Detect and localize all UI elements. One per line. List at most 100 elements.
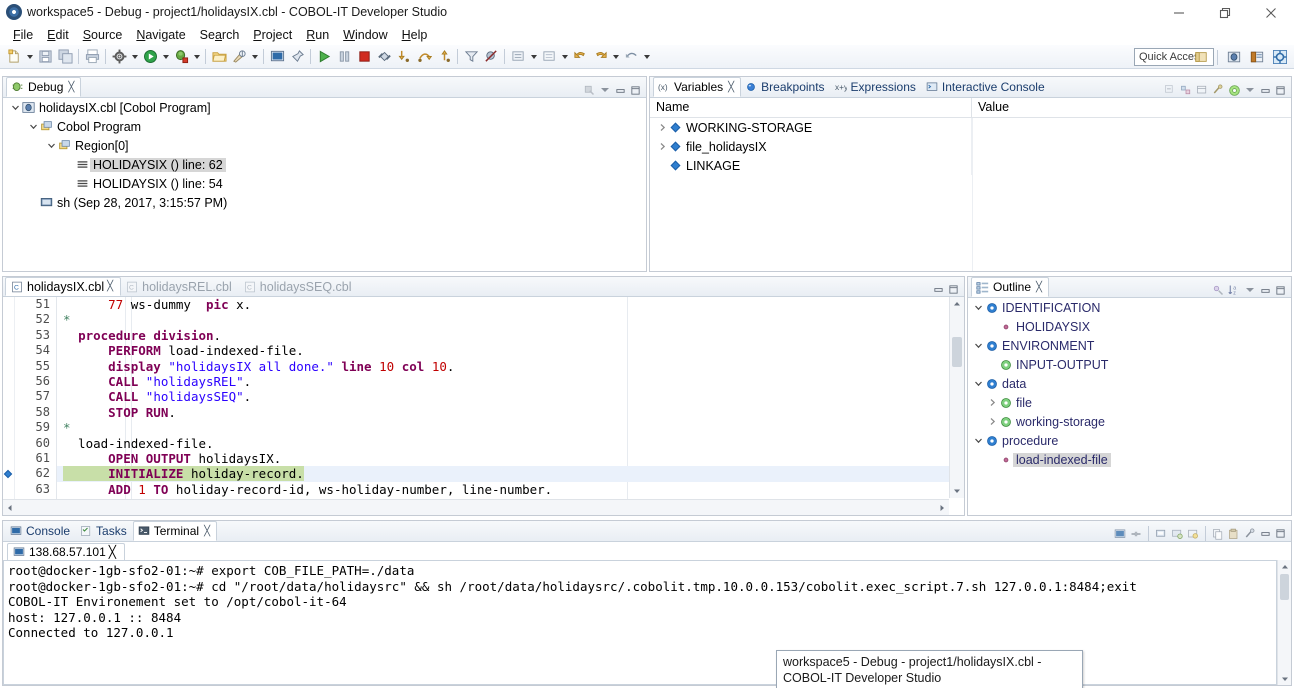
scroll-down-icon[interactable]	[950, 484, 964, 498]
variables-rows[interactable]: WORKING-STORAGEfile_holidaysIXLINKAGE	[650, 118, 1291, 251]
code-line[interactable]: CALL "holidaysSEQ".	[57, 389, 964, 404]
scroll-up-icon[interactable]	[1278, 560, 1291, 573]
next-annotation-dropdown-icon[interactable]	[528, 47, 539, 67]
scroll-left-icon[interactable]	[3, 500, 17, 515]
variable-name-cell[interactable]: WORKING-STORAGE	[650, 118, 972, 137]
console-icon[interactable]	[267, 47, 287, 67]
scroll-right-icon[interactable]	[935, 500, 949, 515]
chevron-down-icon[interactable]	[972, 298, 984, 317]
variable-value-cell[interactable]	[972, 156, 1291, 175]
chevron-down-icon[interactable]	[972, 374, 984, 393]
disconnect-icon[interactable]	[374, 47, 394, 67]
remove-all-terminated-icon[interactable]	[582, 83, 596, 97]
gutter-line[interactable]	[3, 359, 14, 374]
gutter-line[interactable]	[3, 405, 14, 420]
save-icon[interactable]	[35, 47, 55, 67]
undo-dropdown-icon[interactable]	[641, 47, 652, 67]
new-terminal-icon[interactable]	[1113, 527, 1127, 541]
tab-outline[interactable]: Outline ╳	[971, 277, 1049, 297]
column-header-name[interactable]: Name	[650, 98, 972, 117]
editor-marker-ruler[interactable]	[3, 297, 15, 515]
view-menu-icon[interactable]	[1243, 283, 1257, 297]
terminal-scroll-thumb[interactable]	[1280, 574, 1289, 600]
code-line[interactable]: INITIALIZE holiday-record.	[57, 466, 964, 481]
close-window-button[interactable]	[1248, 0, 1294, 25]
step-return-icon[interactable]	[434, 47, 454, 67]
tab-breakpoints[interactable]: Breakpoints	[741, 77, 830, 97]
maximize-window-button[interactable]	[1202, 0, 1248, 25]
menu-item-help[interactable]: Help	[395, 25, 435, 45]
terminal-session-tab[interactable]: 138.68.57.101 ╳	[7, 543, 125, 560]
code-line[interactable]: 77 ws-dummy pic x.	[57, 297, 964, 312]
resume-icon[interactable]	[314, 47, 334, 67]
menu-item-search[interactable]: Search	[193, 25, 247, 45]
previous-annotation-dropdown-icon[interactable]	[559, 47, 570, 67]
chevron-down-icon[interactable]	[972, 431, 984, 450]
code-line[interactable]: load-indexed-file.	[57, 436, 964, 451]
code-line[interactable]: ADD 1 TO holiday-record-id, ws-holiday-n…	[57, 482, 964, 497]
variable-name-cell[interactable]: LINKAGE	[650, 156, 972, 175]
next-annotation-icon[interactable]	[508, 47, 528, 67]
variable-name-cell[interactable]: file_holidaysIX	[650, 137, 972, 156]
outline-tree[interactable]: IDENTIFICATIONHOLIDAYSIXENVIRONMENTINPUT…	[968, 298, 1291, 515]
scroll-down-icon[interactable]	[1278, 672, 1291, 685]
menu-item-window[interactable]: Window	[336, 25, 394, 45]
open-resource-icon[interactable]	[209, 47, 229, 67]
gutter-line[interactable]	[3, 312, 14, 327]
code-line[interactable]: PERFORM load-indexed-file.	[57, 343, 964, 358]
close-icon[interactable]: ╳	[107, 281, 113, 292]
variables-row[interactable]: LINKAGE	[650, 156, 1291, 175]
tab-tasks[interactable]: Tasks	[76, 521, 133, 541]
debug-stack-tree[interactable]: holidaysIX.cbl [Cobol Program]Cobol Prog…	[3, 98, 646, 271]
outline-tree-item[interactable]: IDENTIFICATION	[968, 298, 1291, 317]
debug-tree-item[interactable]: HOLIDAYSIX () line: 54	[3, 174, 646, 193]
editor-horizontal-scrollbar[interactable]	[3, 499, 949, 515]
step-over-icon[interactable]	[414, 47, 434, 67]
refresh-icon[interactable]	[1227, 83, 1241, 97]
previous-annotation-icon[interactable]	[539, 47, 559, 67]
view-menu-icon[interactable]	[1243, 83, 1257, 97]
scroll-up-icon[interactable]	[950, 297, 964, 311]
gutter-line[interactable]	[3, 436, 14, 451]
tab-console[interactable]: Console	[6, 521, 76, 541]
connect-icon[interactable]	[1154, 527, 1168, 541]
code-line[interactable]: STOP RUN.	[57, 405, 964, 420]
editor-tab-holidaysREL-cbl[interactable]: CholidaysREL.cbl	[121, 277, 239, 296]
gutter-line[interactable]	[3, 328, 14, 343]
gutter-line[interactable]	[3, 420, 14, 435]
gutter-line[interactable]	[3, 482, 14, 497]
debug-tree-item[interactable]: Cobol Program	[3, 117, 646, 136]
save-all-icon[interactable]	[55, 47, 75, 67]
menu-item-navigate[interactable]: Navigate	[129, 25, 192, 45]
maximize-icon[interactable]	[1274, 284, 1287, 297]
skip-breakpoints-icon[interactable]	[481, 47, 501, 67]
close-icon[interactable]: ╳	[728, 82, 734, 93]
close-icon[interactable]: ╳	[68, 82, 74, 93]
undo-icon[interactable]	[621, 47, 641, 67]
outline-tree-item[interactable]: working-storage	[968, 412, 1291, 431]
menu-item-file[interactable]: File	[6, 25, 40, 45]
collapse-all-icon[interactable]	[1163, 83, 1177, 97]
code-line[interactable]: OPEN OUTPUT holidaysIX.	[57, 451, 964, 466]
debug-icon[interactable]	[171, 47, 191, 67]
minimize-window-button[interactable]	[1156, 0, 1202, 25]
outline-tree-item[interactable]: HOLIDAYSIX	[968, 317, 1291, 336]
maximize-icon[interactable]	[629, 84, 642, 97]
show-logical-structure-icon[interactable]	[1211, 83, 1225, 97]
debug-tree-item[interactable]: sh (Sep 28, 2017, 3:15:57 PM)	[3, 193, 646, 212]
outline-tree-item[interactable]: data	[968, 374, 1291, 393]
perspective-cobol-icon[interactable]	[1247, 47, 1267, 67]
gutter-line[interactable]	[3, 451, 14, 466]
search-dropdown-icon[interactable]	[249, 47, 260, 67]
terminate-icon[interactable]	[354, 47, 374, 67]
menu-item-project[interactable]: Project	[246, 25, 299, 45]
forward-icon[interactable]	[590, 47, 610, 67]
run-dropdown-icon[interactable]	[160, 47, 171, 67]
print-icon[interactable]	[82, 47, 102, 67]
minimize-icon[interactable]	[932, 283, 945, 296]
gutter-line[interactable]	[3, 343, 14, 358]
toggle-icon[interactable]	[1129, 527, 1143, 541]
layout-icon[interactable]	[1195, 83, 1209, 97]
sort-icon[interactable]: az	[1227, 283, 1241, 297]
view-menu-icon[interactable]	[598, 83, 612, 97]
